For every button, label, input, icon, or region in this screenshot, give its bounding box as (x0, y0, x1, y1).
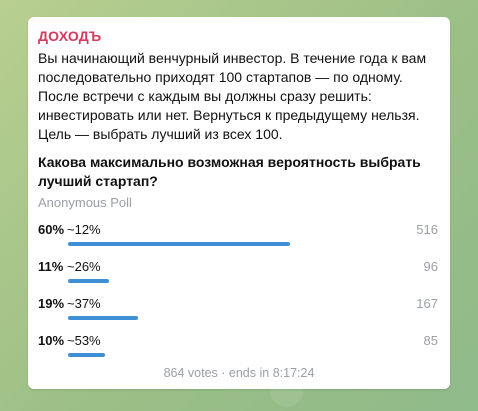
option-vote-count: 85 (423, 333, 438, 348)
poll-option-3[interactable]: 19% ~37% 167 (38, 295, 440, 332)
option-bar-track (68, 242, 438, 246)
option-bar-fill (68, 353, 105, 357)
option-bar-track (68, 316, 438, 320)
option-label: ~12% (67, 222, 101, 237)
option-vote-count: 516 (416, 222, 438, 237)
poll-option-4[interactable]: 10% ~53% 85 (38, 332, 440, 369)
poll-type-label: Anonymous Poll (38, 195, 132, 210)
poll-option-1[interactable]: 60% ~12% 516 (38, 221, 440, 258)
option-label: ~37% (67, 296, 101, 311)
message-text: Вы начинающий венчурный инвестор. В тече… (38, 50, 427, 142)
option-vote-count: 167 (416, 296, 438, 311)
option-bar-fill (68, 316, 139, 320)
option-vote-count: 96 (423, 259, 438, 274)
option-label: ~53% (67, 333, 101, 348)
option-percent: 11% (38, 259, 64, 274)
option-bar-fill (68, 242, 290, 246)
poll-footer: 864 votes · ends in 8:17:24 (163, 366, 315, 380)
option-bar-track (68, 353, 438, 357)
option-percent: 60% (38, 222, 65, 237)
poll-options: 60% ~12% 516 11% ~26% 96 19% ~37% 167 10… (38, 221, 440, 369)
poll-question: Какова максимально возможная вероятность… (38, 154, 421, 189)
option-percent: 19% (38, 296, 65, 311)
poll-option-2[interactable]: 11% ~26% 96 (38, 258, 440, 295)
message-bubble: ДОХОДЪ Вы начинающий венчурный инвестор.… (28, 17, 450, 389)
sender-name[interactable]: ДОХОДЪ (38, 27, 440, 45)
option-label: ~26% (67, 259, 101, 274)
option-bar-fill (68, 279, 109, 283)
option-bar-track (68, 279, 438, 283)
option-percent: 10% (38, 333, 65, 348)
